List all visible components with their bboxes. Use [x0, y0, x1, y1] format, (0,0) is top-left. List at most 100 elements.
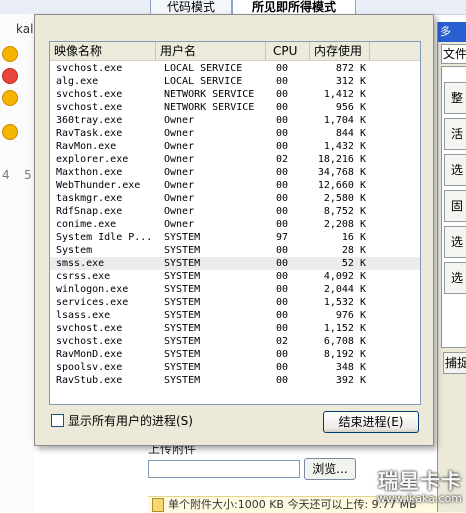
process-memory: 1,432 K: [323, 141, 366, 152]
column-memory[interactable]: 内存使用: [310, 42, 370, 60]
process-user: LOCAL SERVICE: [164, 63, 243, 74]
table-row[interactable]: RavMonD.exe SYSTEM 00 8,192 K: [50, 348, 420, 361]
process-memory: 52 K: [341, 258, 366, 269]
process-user: SYSTEM: [164, 258, 201, 269]
process-user: SYSTEM: [164, 375, 201, 386]
task-manager-processes-dialog: 映像名称 用户名 CPU 内存使用 svchost.exe LOCAL SERVI…: [34, 14, 434, 446]
right-side-window: 多 文件 整 活 选 固 选 选 捕捉: [437, 22, 466, 512]
table-row[interactable]: winlogon.exe SYSTEM 00 2,044 K: [50, 283, 420, 296]
process-user: SYSTEM: [164, 271, 201, 282]
table-row[interactable]: csrss.exe SYSTEM 00 4,092 K: [50, 270, 420, 283]
process-memory: 976 K: [335, 310, 366, 321]
process-memory: 34,768 K: [317, 167, 366, 178]
column-user-name[interactable]: 用户名: [156, 42, 266, 60]
process-user: Owner: [164, 154, 195, 165]
process-name: svchost.exe: [56, 102, 123, 113]
table-row[interactable]: System SYSTEM 00 28 K: [50, 244, 420, 257]
table-row[interactable]: RavTask.exe Owner 00 844 K: [50, 127, 420, 140]
right-window-button[interactable]: 固: [444, 190, 466, 222]
show-all-users-option[interactable]: 显示所有用户的进程(S): [51, 413, 193, 429]
right-window-button[interactable]: 选: [444, 262, 466, 294]
process-memory: 4,092 K: [323, 271, 366, 282]
table-row[interactable]: System Idle P... SYSTEM 97 16 K: [50, 231, 420, 244]
process-memory: 872 K: [335, 63, 366, 74]
right-window-button[interactable]: 整: [444, 82, 466, 114]
table-row[interactable]: svchost.exe NETWORK SERVICE 00 1,412 K: [50, 88, 420, 101]
table-row[interactable]: svchost.exe SYSTEM 00 1,152 K: [50, 322, 420, 335]
show-all-users-checkbox[interactable]: [51, 414, 64, 427]
process-cpu: 00: [276, 63, 289, 74]
table-row[interactable]: services.exe SYSTEM 00 1,532 K: [50, 296, 420, 309]
process-name: conime.exe: [56, 219, 117, 230]
process-memory: 16 K: [341, 232, 366, 243]
process-rows: svchost.exe LOCAL SERVICE 00 872 K alg.exe LO…: [50, 62, 420, 387]
process-user: Owner: [164, 115, 195, 126]
table-row[interactable]: taskmgr.exe Owner 00 2,580 K: [50, 192, 420, 205]
process-memory: 18,216 K: [317, 154, 366, 165]
table-row[interactable]: RavStub.exe SYSTEM 00 392 K: [50, 374, 420, 387]
process-name: Maxthon.exe: [56, 167, 123, 178]
smiley-icon[interactable]: [2, 46, 18, 62]
process-user: NETWORK SERVICE: [164, 102, 255, 113]
table-row[interactable]: Maxthon.exe Owner 00 34,768 K: [50, 166, 420, 179]
process-cpu: 00: [276, 284, 289, 295]
process-cpu: 00: [276, 128, 289, 139]
right-window-button[interactable]: 选: [444, 226, 466, 258]
process-memory: 1,704 K: [323, 115, 366, 126]
table-row[interactable]: smss.exe SYSTEM 00 52 K: [50, 257, 420, 270]
file-path-input[interactable]: [148, 460, 300, 478]
column-image-name[interactable]: 映像名称: [50, 42, 156, 60]
process-user: SYSTEM: [164, 336, 201, 347]
process-memory: 844 K: [335, 128, 366, 139]
process-user: Owner: [164, 206, 195, 217]
watermark: 瑞星卡卡 www.ikaka.com: [338, 470, 462, 510]
right-window-button[interactable]: 选: [444, 154, 466, 186]
end-process-button[interactable]: 结束进程(E): [323, 411, 419, 433]
paperclip-icon: [152, 498, 164, 512]
table-row[interactable]: explorer.exe Owner 02 18,216 K: [50, 153, 420, 166]
process-cpu: 00: [276, 115, 289, 126]
process-cpu: 00: [276, 271, 289, 282]
capture-button[interactable]: 捕捉: [443, 352, 466, 374]
process-name: svchost.exe: [56, 63, 123, 74]
process-list[interactable]: 映像名称 用户名 CPU 内存使用 svchost.exe LOCAL SERVI…: [49, 41, 421, 405]
process-user: SYSTEM: [164, 232, 201, 243]
table-row[interactable]: WebThunder.exe Owner 00 12,660 K: [50, 179, 420, 192]
process-cpu: 00: [276, 89, 289, 100]
table-row[interactable]: RavMon.exe Owner 00 1,432 K: [50, 140, 420, 153]
process-memory: 956 K: [335, 102, 366, 113]
process-cpu: 00: [276, 375, 289, 386]
column-cpu[interactable]: CPU: [266, 42, 310, 60]
process-cpu: 97: [276, 232, 289, 243]
process-memory: 2,580 K: [323, 193, 366, 204]
process-cpu: 00: [276, 362, 289, 373]
right-window-file-tab[interactable]: 文件: [441, 44, 466, 64]
table-row[interactable]: lsass.exe SYSTEM 00 976 K: [50, 309, 420, 322]
process-cpu: 00: [276, 193, 289, 204]
table-row[interactable]: svchost.exe LOCAL SERVICE 00 872 K: [50, 62, 420, 75]
table-row[interactable]: svchost.exe SYSTEM 02 6,708 K: [50, 335, 420, 348]
process-cpu: 02: [276, 154, 289, 165]
grin-face-icon[interactable]: [2, 124, 18, 140]
process-user: SYSTEM: [164, 323, 201, 334]
process-cpu: 00: [276, 180, 289, 191]
angry-face-icon[interactable]: [2, 68, 18, 84]
watermark-title: 瑞星卡卡: [378, 469, 462, 493]
process-user: Owner: [164, 167, 195, 178]
process-user: Owner: [164, 219, 195, 230]
laughing-face-icon[interactable]: [2, 90, 18, 106]
process-name: lsass.exe: [56, 310, 111, 321]
right-window-button[interactable]: 活: [444, 118, 466, 150]
process-name: RdfSnap.exe: [56, 206, 123, 217]
process-cpu: 00: [276, 349, 289, 360]
table-row[interactable]: svchost.exe NETWORK SERVICE 00 956 K: [50, 101, 420, 114]
table-row[interactable]: conime.exe Owner 00 2,208 K: [50, 218, 420, 231]
process-memory: 348 K: [335, 362, 366, 373]
process-memory: 6,708 K: [323, 336, 366, 347]
table-row[interactable]: 360tray.exe Owner 00 1,704 K: [50, 114, 420, 127]
table-row[interactable]: alg.exe LOCAL SERVICE 00 312 K: [50, 75, 420, 88]
table-row[interactable]: spoolsv.exe SYSTEM 00 348 K: [50, 361, 420, 374]
process-memory: 8,752 K: [323, 206, 366, 217]
table-row[interactable]: RdfSnap.exe Owner 00 8,752 K: [50, 205, 420, 218]
process-memory: 1,532 K: [323, 297, 366, 308]
